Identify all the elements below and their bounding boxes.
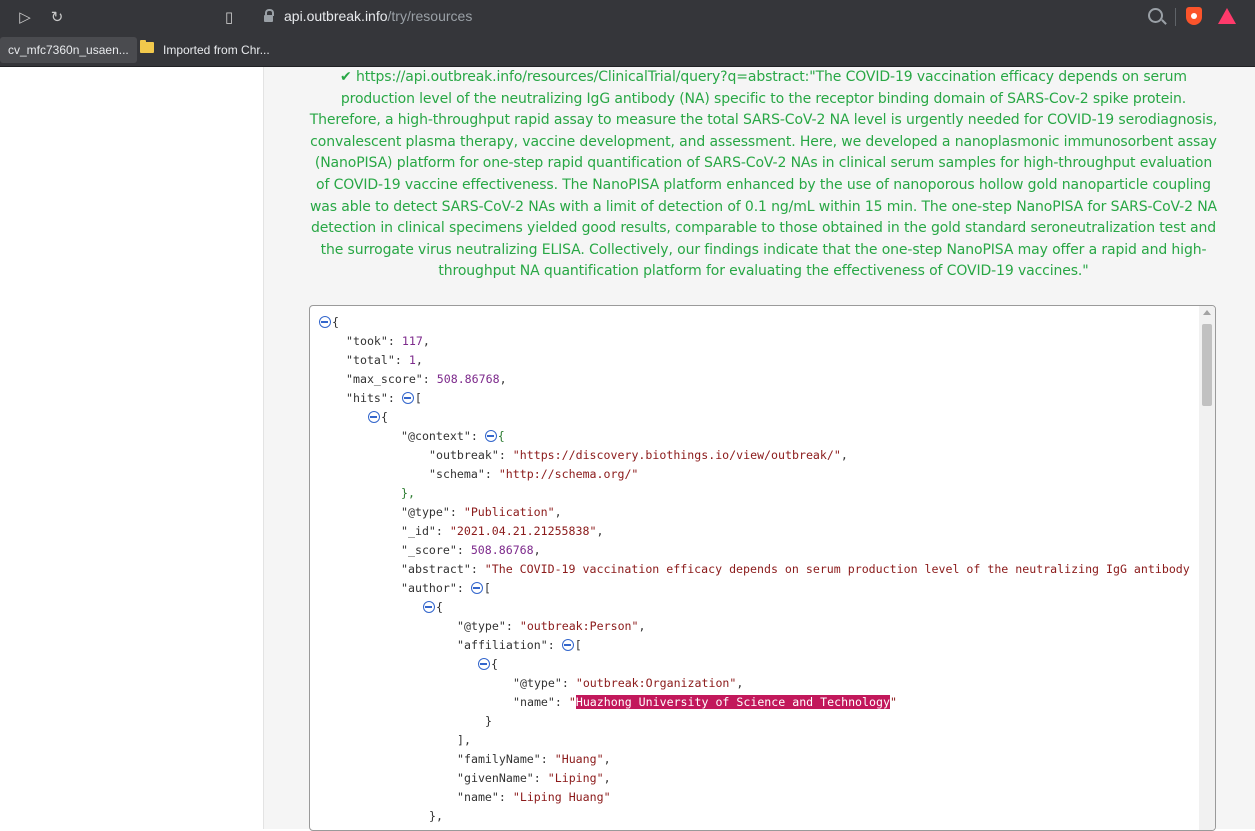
json-line: }, — [429, 809, 443, 823]
json-line: "total": 1, — [346, 353, 423, 367]
json-line: "outbreak": "https://discovery.biothings… — [429, 448, 848, 462]
json-line: "@context": { — [401, 429, 505, 443]
brave-shields-icon[interactable] — [1186, 7, 1202, 25]
address-bar[interactable]: api.outbreak.info/try/resources — [258, 5, 1236, 29]
json-line: "author": [ — [401, 581, 491, 595]
collapse-toggle-icon[interactable] — [368, 411, 380, 423]
json-line: "schema": "http://schema.org/" — [429, 467, 639, 481]
reload-icon[interactable]: ↻ — [48, 8, 66, 26]
main-content: ✔ https://api.outbreak.info/resources/Cl… — [264, 67, 1255, 831]
scrollbar[interactable] — [1199, 306, 1215, 830]
json-line: "hits": [ — [346, 391, 422, 405]
json-line: "max_score": 508.86768, — [346, 372, 507, 386]
json-line: "name": "Huazhong University of Science … — [513, 695, 897, 709]
lock-icon — [264, 9, 274, 22]
brave-rewards-icon[interactable] — [1218, 8, 1236, 24]
url-host: api.outbreak.info — [284, 8, 388, 24]
json-viewer[interactable]: { "took": 117, "total": 1, "max_score": … — [309, 305, 1216, 831]
json-line: "took": 117, — [346, 334, 430, 348]
json-line: "_score": 508.86768, — [401, 543, 541, 557]
json-line: "_id": "2021.04.21.21255838", — [401, 524, 604, 538]
highlighted-text[interactable]: Huazhong University of Science and Techn… — [575, 695, 890, 709]
url-text[interactable]: api.outbreak.info/try/resources — [284, 8, 472, 24]
json-line: { — [478, 655, 498, 674]
json-line: { — [368, 408, 388, 427]
collapse-toggle-icon[interactable] — [484, 430, 497, 442]
query-result-url: ✔ https://api.outbreak.info/resources/Cl… — [308, 67, 1219, 283]
json-line: "name": "Liping Huang" — [457, 790, 611, 804]
json-line: "@type": "outbreak:Organization", — [513, 676, 744, 690]
address-divider — [1175, 8, 1176, 26]
collapse-toggle-icon[interactable] — [470, 582, 483, 594]
collapse-toggle-icon[interactable] — [478, 658, 490, 670]
json-line: }, — [401, 486, 415, 500]
collapse-toggle-icon[interactable] — [319, 316, 331, 328]
collapse-toggle-icon[interactable] — [561, 639, 574, 651]
check-icon: ✔ — [340, 69, 352, 85]
url-path: /try/resources — [387, 8, 473, 24]
collapse-toggle-icon[interactable] — [423, 601, 435, 613]
json-line: "affiliation": [ — [457, 638, 582, 652]
bookmarks-bar: cv_mfc7360n_usaen... Imported from Chr..… — [0, 34, 1255, 67]
query-url-text[interactable]: https://api.outbreak.info/resources/Clin… — [310, 69, 1218, 279]
scroll-up-arrow-icon[interactable] — [1203, 310, 1211, 315]
bookmark-item-imported[interactable]: Imported from Chr... — [155, 37, 278, 63]
json-line: { — [319, 313, 339, 332]
browser-toolbar: ▷ ↻ ▯ api.outbreak.info/try/resources — [0, 0, 1255, 34]
scroll-thumb[interactable] — [1202, 324, 1212, 406]
sidebar — [0, 67, 264, 829]
collapse-toggle-icon[interactable] — [401, 392, 414, 404]
bookmark-item-cv[interactable]: cv_mfc7360n_usaen... — [0, 37, 137, 63]
json-line: "@type": "outbreak:Person", — [457, 619, 646, 633]
zoom-icon[interactable] — [1148, 8, 1163, 23]
json-code: { "took": 117, "total": 1, "max_score": … — [310, 306, 1190, 823]
play-icon[interactable]: ▷ — [16, 8, 34, 26]
json-line: "givenName": "Liping", — [457, 771, 611, 785]
bookmark-icon[interactable]: ▯ — [220, 8, 238, 26]
json-line: "@type": "Publication", — [401, 505, 562, 519]
json-line: "familyName": "Huang", — [457, 752, 611, 766]
json-line: ], — [457, 733, 471, 747]
json-line: "abstract": "The COVID-19 vaccination ef… — [401, 562, 1190, 576]
json-line: { — [423, 598, 443, 617]
folder-icon — [140, 40, 154, 53]
json-line: } — [485, 714, 492, 728]
